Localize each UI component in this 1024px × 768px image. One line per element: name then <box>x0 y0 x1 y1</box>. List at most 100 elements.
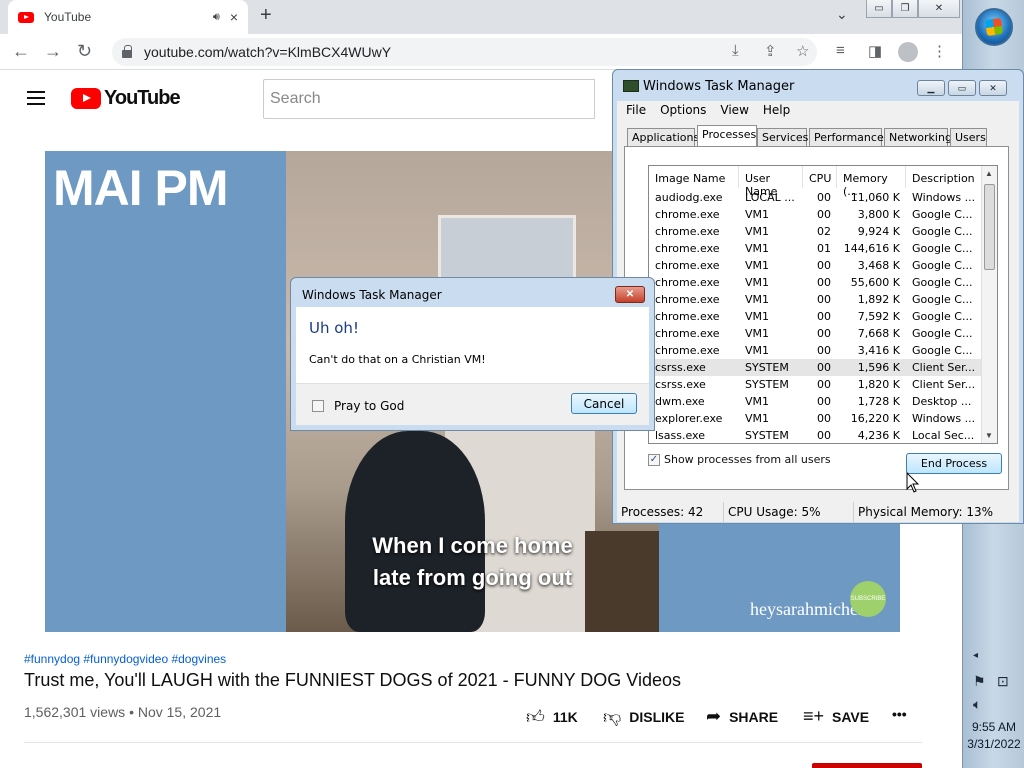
pray-checkbox-box[interactable] <box>312 400 324 412</box>
tab-services[interactable]: Services <box>757 128 808 146</box>
process-cpu: 00 <box>817 310 831 323</box>
menu-options[interactable]: Options <box>660 103 706 117</box>
tm-maximize-button[interactable]: ▭ <box>948 80 976 96</box>
bookmark-star-icon[interactable]: ☆ <box>796 42 809 60</box>
restore-button[interactable]: ❐ <box>892 0 918 18</box>
process-row[interactable]: chrome.exe VM1 00 7,592 K Google C... <box>649 308 983 325</box>
pray-to-god-checkbox[interactable]: Pray to God <box>312 399 404 413</box>
back-arrow-icon[interactable]: ← <box>12 41 30 62</box>
tab-processes[interactable]: Processes <box>697 125 757 146</box>
dialog-heading: Uh oh! <box>309 319 359 337</box>
search-input[interactable]: Search <box>263 79 595 119</box>
show-all-processes-checkbox[interactable]: ✓ Show processes from all users <box>648 453 831 466</box>
browser-tab-youtube[interactable]: YouTube 🔊︎ × <box>8 0 248 34</box>
install-app-icon[interactable]: ⤓ <box>732 42 739 59</box>
tab-search-icon[interactable]: ⌄ <box>836 6 848 23</box>
process-row[interactable]: csrss.exe SYSTEM 00 1,596 K Client Ser... <box>649 359 983 376</box>
show-hidden-icons-icon[interactable]: ◂ <box>973 650 978 661</box>
process-row[interactable]: chrome.exe VM1 00 55,600 K Google C... <box>649 274 983 291</box>
process-row[interactable]: csrss.exe SYSTEM 00 1,820 K Client Ser... <box>649 376 983 393</box>
process-row[interactable]: audiodg.exe LOCAL ... 00 11,060 K Windows ..… <box>649 189 983 206</box>
hamburger-menu-icon[interactable] <box>27 91 45 105</box>
scroll-up-arrow-icon[interactable]: ▲ <box>985 169 993 178</box>
close-window-button[interactable]: ✕ <box>918 0 960 18</box>
scroll-down-arrow-icon[interactable]: ▼ <box>985 431 993 440</box>
save-button[interactable]: ≡+ SAVE <box>803 706 869 727</box>
video-views-date: 1,562,301 views • Nov 15, 2021 <box>24 704 222 720</box>
scrollbar-thumb[interactable] <box>984 184 995 270</box>
like-button[interactable]: 👍︎ 11K <box>526 706 578 728</box>
process-row[interactable]: dwm.exe VM1 00 1,728 K Desktop ... <box>649 393 983 410</box>
process-row[interactable]: chrome.exe VM1 00 3,468 K Google C... <box>649 257 983 274</box>
youtube-logo[interactable]: YouTube <box>71 87 181 110</box>
volume-icon[interactable]: 🔈︎ <box>973 696 981 713</box>
cancel-button[interactable]: Cancel <box>571 393 637 414</box>
menu-help[interactable]: Help <box>763 103 790 117</box>
clock-date[interactable]: 3/31/2022 <box>963 737 1024 751</box>
url-text[interactable]: youtube.com/watch?v=KlmBCX4WUwY <box>144 44 391 60</box>
tm-close-button[interactable]: ✕ <box>979 80 1007 96</box>
tab-networking[interactable]: Networking <box>884 128 952 146</box>
process-memory: 7,668 K <box>857 327 900 340</box>
end-process-button[interactable]: End Process <box>906 453 1002 474</box>
status-cpu: CPU Usage: 5% <box>724 502 854 522</box>
task-manager-body: Applications Processes Services Performa… <box>617 119 1019 503</box>
process-row[interactable]: chrome.exe VM1 00 3,800 K Google C... <box>649 206 983 223</box>
action-center-flag-icon[interactable]: ⚑ <box>973 673 986 690</box>
process-image-name: csrss.exe <box>655 378 706 391</box>
dialog-close-button[interactable]: ✕ <box>615 286 645 303</box>
lock-icon[interactable] <box>122 45 132 58</box>
menu-file[interactable]: File <box>626 103 646 117</box>
process-list-scrollbar[interactable]: ▲ ▼ <box>981 166 997 443</box>
start-button-icon[interactable] <box>975 8 1013 46</box>
tab-performance[interactable]: Performance <box>809 128 884 146</box>
network-icon[interactable]: ⊡ <box>997 673 1009 690</box>
more-actions-button[interactable]: ••• <box>892 706 907 722</box>
process-memory: 9,924 K <box>857 225 900 238</box>
task-manager-app-icon <box>623 80 639 92</box>
process-row[interactable]: lsass.exe SYSTEM 00 4,236 K Local Sec... <box>649 427 983 443</box>
process-list[interactable]: Image Name User Name CPU Memory (... Des… <box>648 165 998 444</box>
new-tab-button[interactable]: + <box>260 4 272 27</box>
process-memory: 11,060 K <box>850 191 900 204</box>
side-panel-icon[interactable]: ◨ <box>868 42 882 60</box>
dialog-title: Windows Task Manager <box>302 288 442 302</box>
dislike-button[interactable]: 👎︎ DISLIKE <box>603 706 685 728</box>
dislike-label: DISLIKE <box>629 709 685 725</box>
process-row[interactable]: chrome.exe VM1 00 7,668 K Google C... <box>649 325 983 342</box>
menu-kebab-icon[interactable]: ⋮ <box>932 42 947 60</box>
col-user-name[interactable]: User Name <box>739 166 803 198</box>
address-bar[interactable]: youtube.com/watch?v=KlmBCX4WUwY <box>112 38 817 66</box>
process-row[interactable]: chrome.exe VM1 01 144,616 K Google C... <box>649 240 983 257</box>
video-hashtags[interactable]: #funnydog #funnydogvideo #dogvines <box>24 652 226 666</box>
menu-view[interactable]: View <box>720 103 748 117</box>
share-button[interactable]: ➦ SHARE <box>706 706 778 727</box>
close-tab-icon[interactable]: × <box>230 9 238 25</box>
tm-minimize-button[interactable]: ▁ <box>917 80 945 96</box>
process-user-name: VM1 <box>745 327 770 340</box>
forward-arrow-icon[interactable]: → <box>44 41 62 62</box>
process-row[interactable]: chrome.exe VM1 00 3,416 K Google C... <box>649 342 983 359</box>
tab-applications[interactable]: Applications <box>627 128 699 146</box>
col-cpu[interactable]: CPU <box>803 166 837 188</box>
media-controls-icon[interactable]: ≡ <box>836 42 845 59</box>
process-user-name: VM1 <box>745 225 770 238</box>
subscribe-button[interactable] <box>812 763 922 768</box>
show-all-checkbox-box[interactable]: ✓ <box>648 453 660 466</box>
tab-users[interactable]: Users <box>950 128 987 146</box>
profile-avatar[interactable] <box>898 42 918 62</box>
video-subscribe-badge[interactable]: SUBSCRIBE <box>850 581 886 617</box>
process-row[interactable]: chrome.exe VM1 02 9,924 K Google C... <box>649 223 983 240</box>
process-row[interactable]: chrome.exe VM1 00 1,892 K Google C... <box>649 291 983 308</box>
minimize-button[interactable]: ▭ <box>866 0 892 18</box>
task-manager-titlebar[interactable]: Windows Task Manager ▁ ▭ ✕ <box>613 70 1023 102</box>
reload-icon[interactable]: ↻ <box>77 41 92 62</box>
process-memory: 3,416 K <box>857 344 900 357</box>
process-row[interactable]: explorer.exe VM1 00 16,220 K Windows ... <box>649 410 983 427</box>
clock-time[interactable]: 9:55 AM <box>963 720 1024 734</box>
speaker-icon[interactable]: 🔊︎ <box>213 11 220 24</box>
share-page-icon[interactable]: ⇪ <box>764 42 777 60</box>
col-memory[interactable]: Memory (... <box>837 166 906 198</box>
col-image-name[interactable]: Image Name <box>649 166 739 188</box>
col-description[interactable]: Description <box>906 166 983 188</box>
